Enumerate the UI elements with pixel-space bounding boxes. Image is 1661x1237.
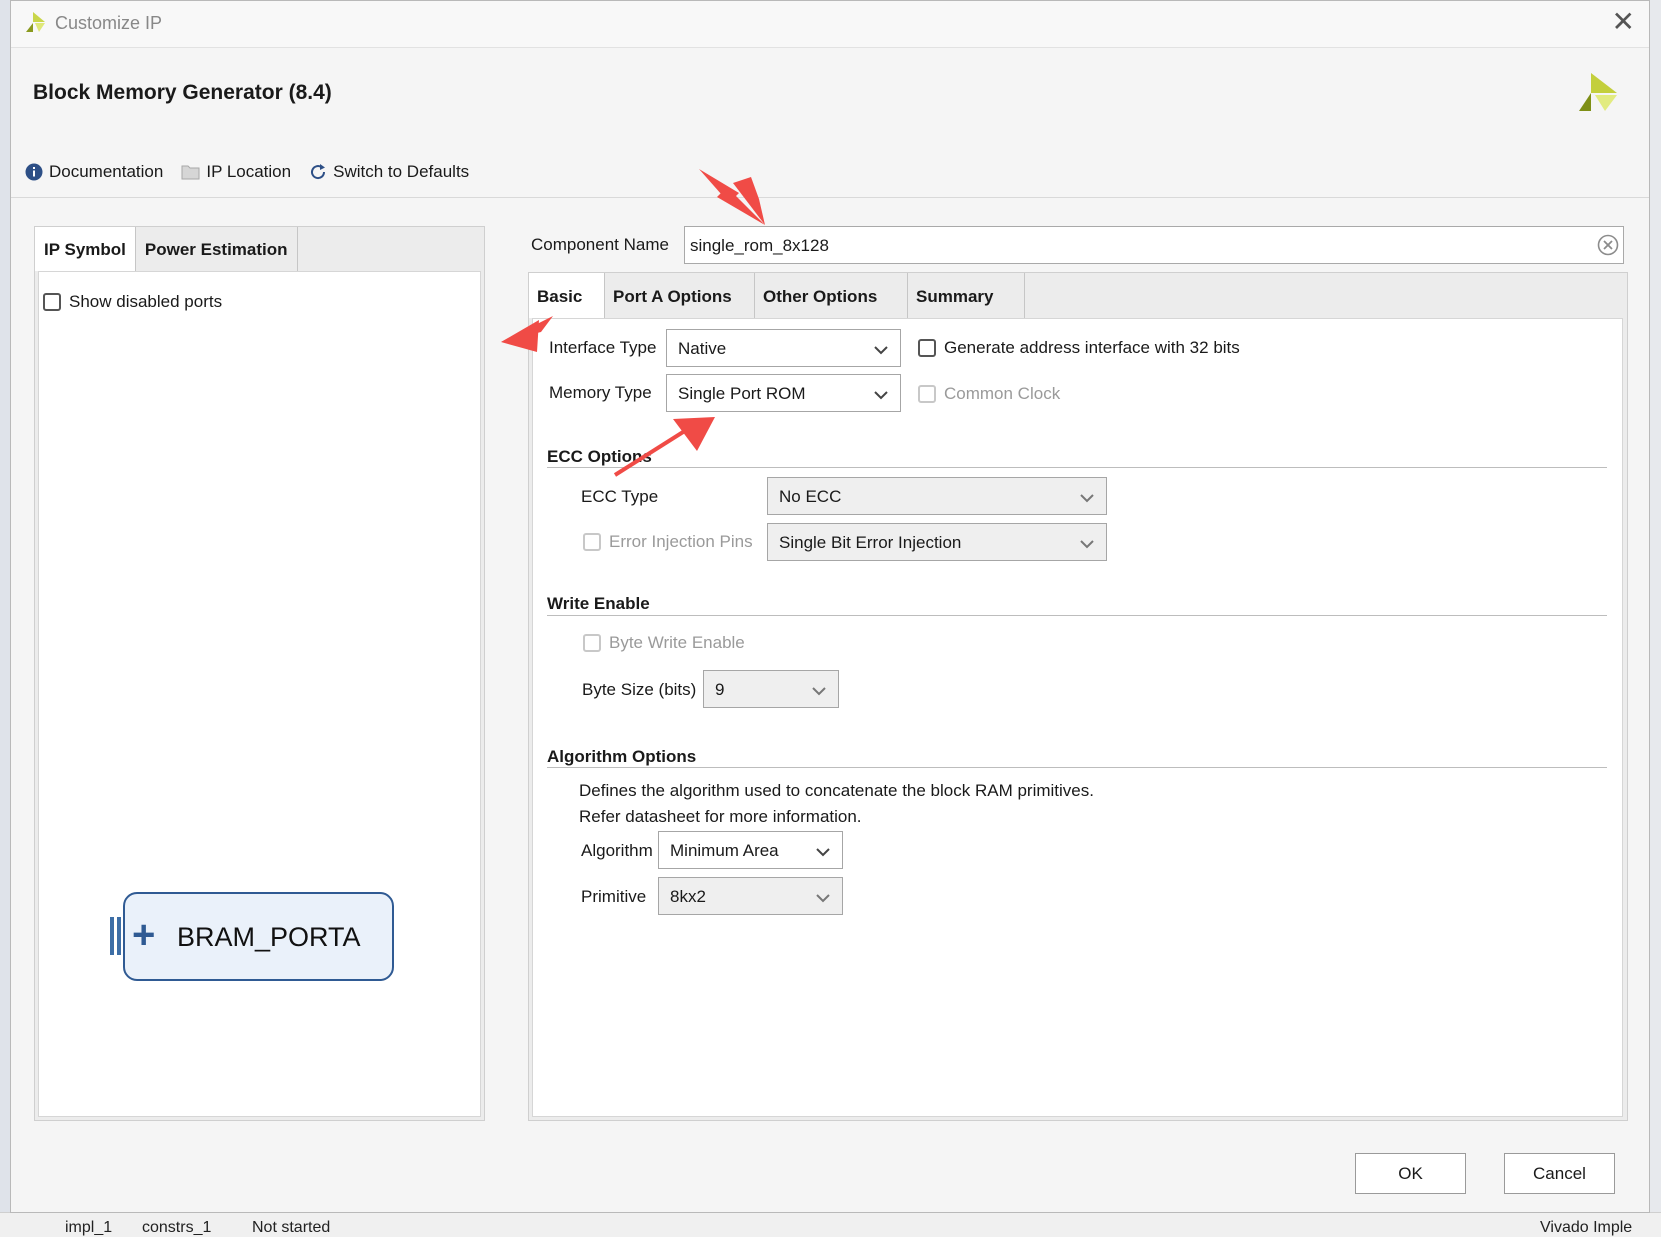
section-divider xyxy=(547,767,1607,768)
ip-location-button[interactable]: IP Location xyxy=(181,162,291,182)
primitive-value: 8kx2 xyxy=(670,887,706,906)
byte-write-label: Byte Write Enable xyxy=(609,633,745,652)
documentation-button[interactable]: Documentation xyxy=(25,162,163,182)
algorithm-options-heading: Algorithm Options xyxy=(547,747,697,766)
toolbar: Documentation IP Location Switch to Defa… xyxy=(25,159,487,185)
algorithm-label: Algorithm xyxy=(581,841,653,860)
byte-size-label: Byte Size (bits) xyxy=(582,680,697,699)
switch-to-defaults-button[interactable]: Switch to Defaults xyxy=(309,162,469,182)
ok-button[interactable]: OK xyxy=(1355,1153,1466,1194)
tab-summary[interactable]: Summary xyxy=(908,273,1025,318)
error-injection-dropdown[interactable]: Single Bit Error Injection xyxy=(767,523,1107,561)
dialog-header-title: Block Memory Generator (8.4) xyxy=(33,81,332,104)
interface-type-dropdown[interactable]: Native xyxy=(666,329,901,367)
show-disabled-ports-label: Show disabled ports xyxy=(69,292,223,311)
customize-ip-dialog: Customize IP ✕ Block Memory Generator (8… xyxy=(10,0,1650,1213)
status-cell: impl_1 xyxy=(65,1219,113,1236)
component-name-field[interactable]: single_rom_8x128 xyxy=(684,226,1624,264)
background-app-right-edge xyxy=(1649,0,1661,1236)
tab-port-a-options[interactable]: Port A Options xyxy=(605,273,755,318)
background-status-bar: impl_1 constrs_1 Not started Vivado Impl… xyxy=(0,1212,1661,1237)
error-injection-value: Single Bit Error Injection xyxy=(779,533,962,552)
annotation-arrow xyxy=(501,316,553,352)
ip-symbol-canvas: Show disabled ports + BRAM_PORTA xyxy=(38,271,481,1117)
xilinx-logo xyxy=(1579,73,1617,111)
bus-connector-icon xyxy=(110,917,124,955)
chevron-down-icon xyxy=(816,890,830,908)
write-enable-heading: Write Enable xyxy=(547,594,650,613)
error-injection-checkbox[interactable] xyxy=(583,533,601,551)
algorithm-dropdown[interactable]: Minimum Area xyxy=(658,831,843,869)
config-tab-bar: Basic Port A Options Other Options Summa… xyxy=(529,273,1025,318)
chevron-down-icon xyxy=(812,683,826,701)
info-icon xyxy=(25,163,43,181)
status-cell: Vivado Imple xyxy=(1540,1219,1633,1236)
memory-type-value: Single Port ROM xyxy=(678,384,806,403)
window-title: Customize IP xyxy=(55,13,163,33)
close-icon[interactable]: ✕ xyxy=(1612,7,1635,37)
component-name-label: Component Name xyxy=(531,235,669,254)
gen-address-checkbox[interactable] xyxy=(918,339,936,357)
interface-type-label: Interface Type xyxy=(549,338,657,357)
ip-location-label: IP Location xyxy=(206,162,292,181)
toolbar-divider xyxy=(11,197,1649,198)
xilinx-logo xyxy=(26,12,45,32)
primitive-dropdown[interactable]: 8kx2 xyxy=(658,877,843,915)
section-divider xyxy=(547,615,1607,616)
algorithm-description-note: Refer datasheet for more information. xyxy=(579,807,862,826)
documentation-label: Documentation xyxy=(49,162,164,181)
bram-porta-interface[interactable]: + BRAM_PORTA xyxy=(123,892,394,981)
clear-icon[interactable] xyxy=(1597,234,1619,261)
bram-porta-label: BRAM_PORTA xyxy=(177,922,361,952)
common-clock-checkbox[interactable] xyxy=(918,385,936,403)
gen-address-row: Generate address interface with 32 bits xyxy=(918,338,1240,358)
expand-icon[interactable]: + xyxy=(132,915,155,955)
common-clock-label: Common Clock xyxy=(944,384,1061,403)
tab-ip-symbol[interactable]: IP Symbol xyxy=(35,227,136,271)
component-name-value: single_rom_8x128 xyxy=(690,236,829,255)
ecc-type-value: No ECC xyxy=(779,487,842,506)
byte-size-dropdown[interactable]: 9 xyxy=(703,670,839,708)
byte-size-value: 9 xyxy=(715,680,725,699)
chevron-down-icon xyxy=(1080,536,1094,554)
status-cell: Not started xyxy=(252,1219,331,1236)
ecc-type-label: ECC Type xyxy=(581,487,659,506)
interface-type-value: Native xyxy=(678,339,727,358)
algorithm-description: Defines the algorithm used to concatenat… xyxy=(579,781,1094,800)
refresh-icon xyxy=(309,163,327,181)
byte-write-row: Byte Write Enable xyxy=(583,633,745,653)
cancel-button[interactable]: Cancel xyxy=(1504,1153,1615,1194)
tab-power-estimation[interactable]: Power Estimation xyxy=(136,227,298,271)
chevron-down-icon xyxy=(874,387,888,405)
switch-to-defaults-label: Switch to Defaults xyxy=(333,162,470,181)
error-injection-label: Error Injection Pins xyxy=(609,532,753,551)
configuration-panel: Basic Port A Options Other Options Summa… xyxy=(528,272,1628,1121)
status-cell: constrs_1 xyxy=(142,1219,212,1236)
common-clock-row: Common Clock xyxy=(918,384,1060,404)
ip-symbol-panel: IP Symbol Power Estimation Show disabled… xyxy=(34,226,485,1121)
title-bar: Customize IP ✕ xyxy=(11,1,1649,48)
error-injection-row: Error Injection Pins xyxy=(583,532,753,552)
byte-write-checkbox[interactable] xyxy=(583,634,601,652)
annotation-arrow xyxy=(699,169,765,225)
ecc-type-dropdown[interactable]: No ECC xyxy=(767,477,1107,515)
annotation-arrow xyxy=(613,417,715,477)
chevron-down-icon xyxy=(816,844,830,862)
show-disabled-ports-checkbox[interactable] xyxy=(43,293,61,311)
algorithm-value: Minimum Area xyxy=(670,841,779,860)
primitive-label: Primitive xyxy=(581,887,647,906)
left-tab-bar: IP Symbol Power Estimation xyxy=(35,227,298,271)
tab-other-options[interactable]: Other Options xyxy=(755,273,908,318)
background-app-left-edge xyxy=(0,0,10,1236)
gen-address-label: Generate address interface with 32 bits xyxy=(944,338,1240,357)
show-disabled-ports-row: Show disabled ports xyxy=(43,292,222,312)
memory-type-label: Memory Type xyxy=(549,383,652,402)
memory-type-dropdown[interactable]: Single Port ROM xyxy=(666,374,901,412)
chevron-down-icon xyxy=(874,342,888,360)
folder-icon xyxy=(181,164,200,180)
chevron-down-icon xyxy=(1080,490,1094,508)
